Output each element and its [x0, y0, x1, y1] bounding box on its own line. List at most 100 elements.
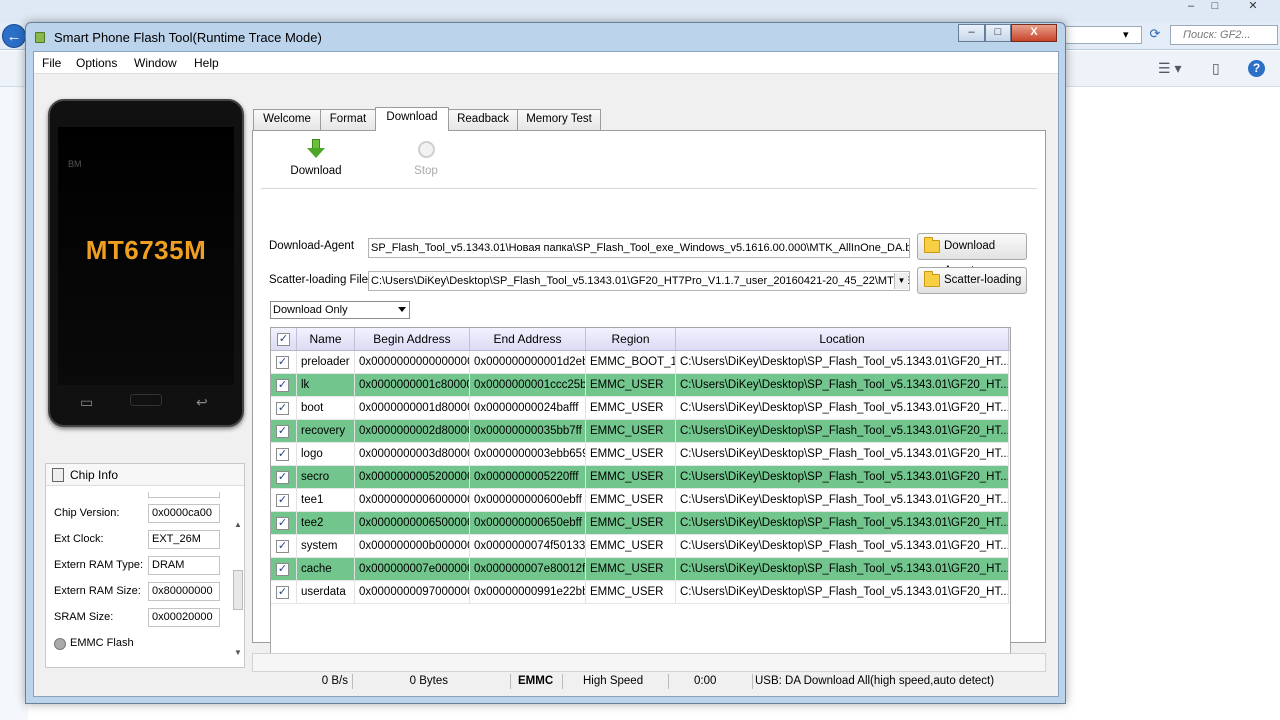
partition-checkbox[interactable]: ✓ [276, 425, 289, 438]
partition-checkbox[interactable]: ✓ [276, 586, 289, 599]
app-icon [35, 32, 45, 43]
background-window-titlebar [0, 0, 1280, 22]
stop-button[interactable]: Stop [386, 139, 466, 185]
status-separator [752, 674, 753, 689]
cell-end-address: 0x0000000001ccc25b [470, 374, 586, 397]
cell-location: C:\Users\DiKey\Desktop\SP_Flash_Tool_v5.… [676, 489, 1009, 512]
chip-info-header[interactable]: Chip Info [46, 464, 244, 486]
address-dropdown-icon[interactable]: ▾ [1123, 29, 1129, 41]
download-agent-path-field[interactable]: SP_Flash_Tool_v5.1343.01\Новая папка\SP_… [368, 238, 910, 258]
table-row[interactable]: ✓ preloader 0x0000000000000000 0x0000000000… [271, 351, 1009, 374]
cell-checkbox: ✓ [271, 443, 297, 466]
partition-checkbox[interactable]: ✓ [276, 494, 289, 507]
table-row[interactable]: ✓ lk 0x0000000001c80000 0x0000000001ccc25b E… [271, 374, 1009, 397]
download-mode-select[interactable]: Download Only [270, 301, 410, 319]
partition-checkbox[interactable]: ✓ [276, 563, 289, 576]
cell-checkbox: ✓ [271, 351, 297, 374]
background-search-input[interactable]: Поиск: GF2... [1170, 25, 1278, 45]
download-button-label: Download [290, 165, 342, 177]
scatter-dropdown-arrow-icon[interactable]: ▼ [894, 273, 908, 289]
emmc-flash-label: EMMC Flash [70, 637, 134, 649]
refresh-icon[interactable]: ⟳ [1145, 26, 1165, 44]
menu-file[interactable]: File [42, 56, 61, 70]
background-address-input[interactable]: ▾ [1062, 26, 1142, 44]
download-agent-button[interactable]: Download Agent [917, 233, 1027, 277]
tab-format[interactable]: Format [320, 109, 376, 130]
table-row[interactable]: ✓ system 0x000000000b000000 0x0000000074f50… [271, 535, 1009, 558]
cell-checkbox: ✓ [271, 374, 297, 397]
scroll-up-arrow-icon[interactable]: ▲ [232, 520, 244, 529]
menu-options[interactable]: Options [76, 56, 117, 70]
phone-image: BM MT6735M ▭ ↩ [48, 99, 244, 427]
tab-welcome[interactable]: Welcome [253, 109, 321, 130]
scroll-down-arrow-icon[interactable]: ▼ [232, 648, 244, 657]
partition-checkbox[interactable]: ✓ [276, 517, 289, 530]
back-arrow-icon[interactable]: ← [2, 24, 26, 48]
minimize-button[interactable]: – [958, 24, 985, 42]
header-end-address[interactable]: End Address [470, 328, 586, 351]
tab-download[interactable]: Download [375, 107, 449, 131]
header-name[interactable]: Name [297, 328, 355, 351]
partition-checkbox[interactable]: ✓ [276, 471, 289, 484]
select-all-checkbox[interactable]: ✓ [277, 333, 290, 346]
partition-checkbox[interactable]: ✓ [276, 356, 289, 369]
cell-region: EMMC_USER [586, 512, 676, 535]
cell-begin-address: 0x0000000001c80000 [355, 374, 470, 397]
header-location[interactable]: Location [676, 328, 1009, 351]
cell-checkbox: ✓ [271, 397, 297, 420]
cell-begin-address: 0x0000000000000000 [355, 351, 470, 374]
cell-checkbox: ✓ [271, 512, 297, 535]
partition-checkbox[interactable]: ✓ [276, 379, 289, 392]
table-row[interactable]: ✓ tee1 0x0000000006000000 0x000000000600ebf… [271, 489, 1009, 512]
partition-checkbox[interactable]: ✓ [276, 402, 289, 415]
cell-end-address: 0x000000000650ebff [470, 512, 586, 535]
table-row[interactable]: ✓ boot 0x0000000001d80000 0x00000000024baff… [271, 397, 1009, 420]
header-begin-address[interactable]: Begin Address [355, 328, 470, 351]
download-toolbar: Download Stop [261, 137, 1037, 189]
cell-begin-address: 0x0000000002d80000 [355, 420, 470, 443]
background-minimize-button[interactable]: – [1182, 0, 1200, 14]
folder-icon [924, 237, 940, 253]
menu-help[interactable]: Help [194, 56, 219, 70]
cell-begin-address: 0x0000000003d80000 [355, 443, 470, 466]
table-row[interactable]: ✓ tee2 0x0000000006500000 0x000000000650ebf… [271, 512, 1009, 535]
cell-checkbox: ✓ [271, 535, 297, 558]
close-button[interactable]: X [1011, 24, 1057, 42]
cell-begin-address: 0x0000000006000000 [355, 489, 470, 512]
cell-begin-address: 0x000000007e000000 [355, 558, 470, 581]
table-row[interactable]: ✓ cache 0x000000007e000000 0x000000007e8001… [271, 558, 1009, 581]
tab-memory-test[interactable]: Memory Test [517, 109, 601, 130]
table-row[interactable]: ✓ userdata 0x0000000097000000 0x00000000991… [271, 581, 1009, 604]
table-row[interactable]: ✓ logo 0x0000000003d80000 0x0000000003ebb65… [271, 443, 1009, 466]
header-select-all[interactable]: ✓ [271, 328, 297, 351]
scroll-thumb[interactable] [233, 570, 243, 610]
partition-checkbox[interactable]: ✓ [276, 540, 289, 553]
table-row[interactable]: ✓ secro 0x0000000005200000 0x0000000005220f… [271, 466, 1009, 489]
chip-info-scrollbar[interactable]: ▲ ▼ [232, 520, 244, 657]
view-options-icon[interactable]: ☰ ▾ [1158, 60, 1181, 77]
chip-version-value: 0x0000ca00 [148, 504, 220, 523]
table-row[interactable]: ✓ recovery 0x0000000002d80000 0x00000000035… [271, 420, 1009, 443]
background-close-button[interactable]: ✕ [1244, 0, 1262, 14]
scatter-loading-button[interactable]: Scatter-loading [917, 267, 1027, 294]
maximize-button[interactable]: □ [985, 24, 1011, 42]
cell-end-address: 0x00000000024bafff [470, 397, 586, 420]
progress-bar [252, 653, 1046, 672]
cell-region: EMMC_USER [586, 581, 676, 604]
sram-size-value: 0x00020000 [148, 608, 220, 627]
window-titlebar: Smart Phone Flash Tool(Runtime Trace Mod… [26, 23, 1065, 50]
preview-pane-icon[interactable]: ▯ [1212, 60, 1220, 77]
cell-region: EMMC_USER [586, 420, 676, 443]
scatter-loading-path-combo[interactable]: C:\Users\DiKey\Desktop\SP_Flash_Tool_v5.… [368, 271, 910, 291]
cell-region: EMMC_USER [586, 443, 676, 466]
partition-checkbox[interactable]: ✓ [276, 448, 289, 461]
header-region[interactable]: Region [586, 328, 676, 351]
background-navigation-pane [0, 87, 28, 720]
help-icon[interactable]: ? [1248, 60, 1265, 77]
download-button[interactable]: Download [276, 139, 356, 185]
tab-readback[interactable]: Readback [448, 109, 518, 130]
background-maximize-button[interactable]: □ [1206, 0, 1224, 14]
cell-end-address: 0x0000000005220fff [470, 466, 586, 489]
menu-window[interactable]: Window [134, 56, 177, 70]
cell-begin-address: 0x0000000097000000 [355, 581, 470, 604]
